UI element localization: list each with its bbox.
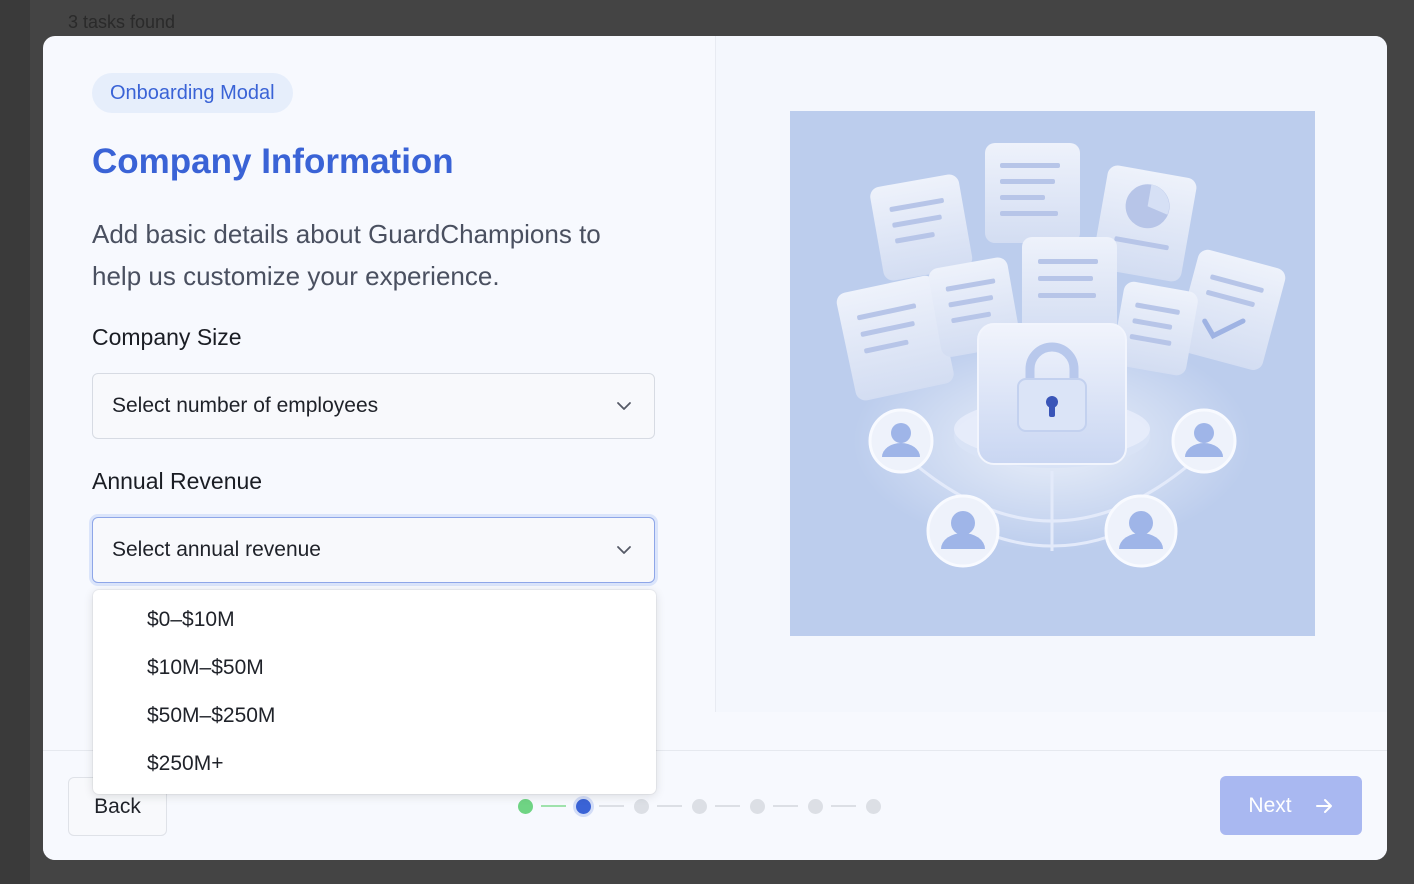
annual-revenue-label: Annual Revenue	[92, 468, 263, 494]
step-dot-current	[576, 798, 591, 814]
step-connector	[541, 805, 566, 807]
step-dot	[866, 798, 881, 814]
revenue-option[interactable]: $50M–$250M	[93, 692, 656, 740]
annual-revenue-value: Select annual revenue	[112, 538, 321, 561]
step-indicator	[518, 798, 881, 814]
tasks-count: 3 tasks found	[68, 12, 176, 32]
arrow-right-icon	[1315, 798, 1332, 813]
page-subtitle: Add basic details about GuardChampions t…	[92, 219, 601, 291]
step-connector	[773, 805, 798, 807]
page-title: Company Information	[92, 142, 454, 181]
company-size-label: Company Size	[92, 324, 242, 350]
annual-revenue-dropdown: $0–$10M $10M–$50M $50M–$250M $250M+	[93, 590, 656, 794]
document-security-illustration	[790, 111, 1315, 636]
step-connector	[599, 805, 624, 807]
next-label: Next	[1248, 793, 1292, 817]
modal-badge: Onboarding Modal	[92, 73, 293, 113]
chevron-down-icon	[617, 402, 631, 410]
revenue-option[interactable]: $0–$10M	[93, 596, 656, 644]
step-connector	[831, 805, 856, 807]
step-dot	[750, 798, 765, 814]
step-connector	[715, 805, 740, 807]
annual-revenue-select[interactable]: Select annual revenue	[92, 517, 655, 583]
next-button[interactable]: Next	[1220, 776, 1362, 835]
onboarding-modal: Onboarding Modal Company Information Add…	[43, 36, 1387, 860]
company-size-value: Select number of employees	[112, 394, 379, 417]
chevron-down-icon	[617, 546, 631, 554]
revenue-option[interactable]: $250M+	[93, 740, 656, 788]
company-size-select[interactable]: Select number of employees	[92, 373, 655, 439]
step-dot	[808, 798, 823, 814]
revenue-option[interactable]: $10M–$50M	[93, 644, 656, 692]
form-panel: Onboarding Modal Company Information Add…	[43, 36, 715, 794]
step-dot-completed	[518, 798, 533, 814]
step-dot	[634, 798, 649, 814]
step-dot	[692, 798, 707, 814]
step-connector	[657, 805, 682, 807]
illustration-panel	[715, 36, 1387, 712]
